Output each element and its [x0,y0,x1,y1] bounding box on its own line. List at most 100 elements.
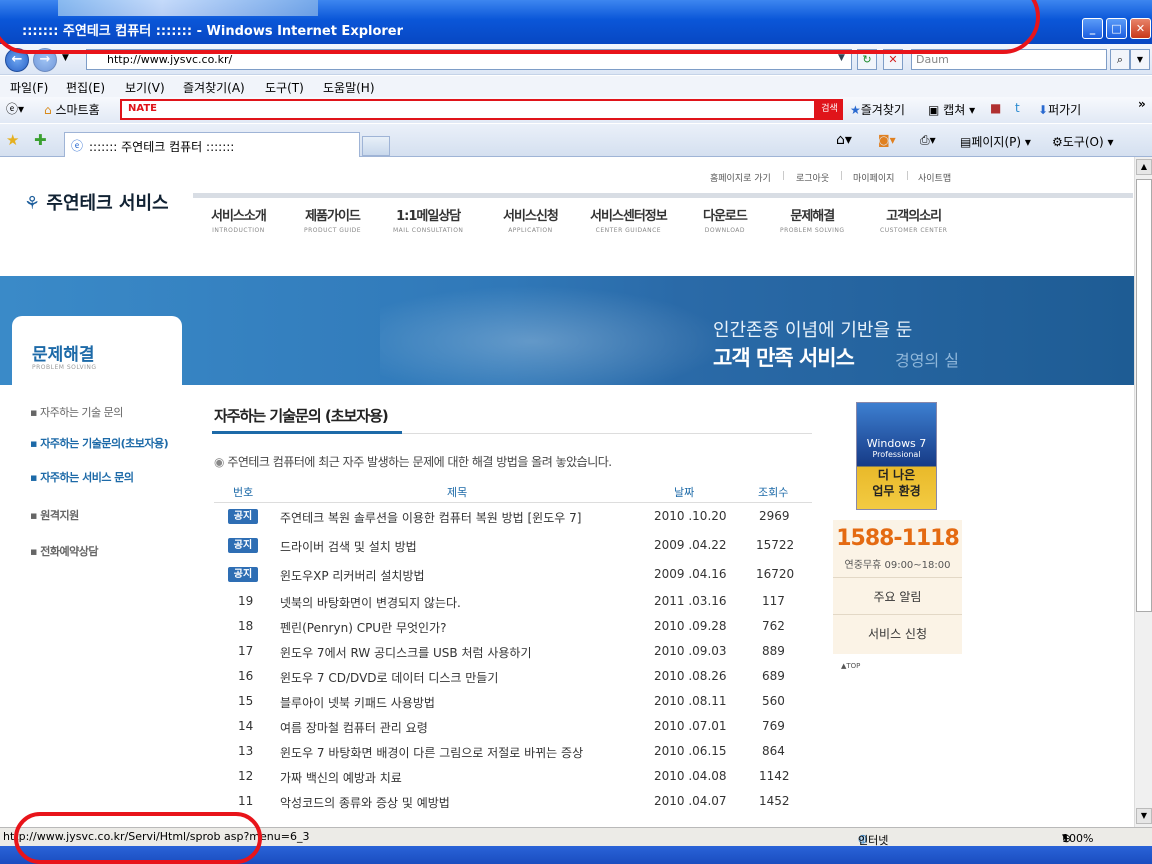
feeds-icon[interactable]: ◙▾ [878,133,896,147]
search-icon[interactable]: ⌕ [1110,49,1130,70]
add-favorites-icon[interactable]: ✚ [34,131,47,149]
table-row[interactable]: 13 윈도우 7 바탕화면 배경이 다른 그림으로 저절로 바뀌는 증상 2010 … [214,744,812,769]
home-icon[interactable]: ⌂▾ [836,132,852,148]
row-title[interactable]: 악성코드의 종류와 증상 및 예방법 [280,794,450,811]
capture-button[interactable]: ▣ 캡쳐 ▾ [928,101,975,118]
windows7-banner[interactable]: Windows 7 Professional 더 나은 업무 환경 [856,402,937,510]
win7-logo-text: Windows 7 [866,437,927,450]
menu-view[interactable]: 보기(V) [125,79,165,96]
table-row[interactable]: 17 윈도우 7에서 RW 공디스크를 USB 처럼 사용하기 2010 .09.0… [214,644,812,669]
table-row[interactable]: 12 가짜 백신의 예방과 치료 2010 .04.08 1142 [214,769,812,794]
gnb-label: 서비스소개 [211,209,267,224]
side-item-remote-support[interactable]: ▪ 원격지원 [30,507,79,523]
gnb-application[interactable]: 서비스신청 APPLICATION [503,205,559,234]
row-date: 2010 .09.03 [654,644,727,658]
util-divider: | [840,171,844,181]
table-row[interactable]: 공지 드라이버 검색 및 설치 방법 2009 .04.22 15722 [214,538,812,563]
vertical-scrollbar[interactable]: ▲ ▼ [1134,157,1152,827]
row-title[interactable]: 넷북의 바탕화면이 변경되지 않는다. [280,594,461,611]
new-tab-button[interactable] [362,136,390,156]
side-item-service-faq[interactable]: ▪ 자주하는 서비스 문의 [30,469,134,485]
blog-icon[interactable]: ■ [990,101,1001,115]
minimize-button[interactable]: _ [1082,18,1103,39]
top-link[interactable]: ▲TOP [841,662,860,670]
side-item-tech-faq[interactable]: ▪ 자주하는 기술 문의 [30,404,123,420]
tab-current[interactable]: ⓔ ::::::: 주연테크 컴퓨터 ::::::: [64,132,360,157]
gnb-mail-consultation[interactable]: 1:1메일상담 MAIL CONSULTATION [393,205,463,234]
row-title[interactable]: 주연테크 복원 솔루션을 이용한 컴퓨터 복원 방법 [윈도우 7] [280,509,581,526]
favorites-center-icon[interactable]: ★ [6,131,19,149]
gnb-label: 제품가이드 [305,209,361,224]
smart-home-button[interactable]: ⌂ 스마트홈 [44,101,100,118]
table-row[interactable]: 15 블루아이 넷북 키패드 사용방법 2010 .08.11 560 [214,694,812,719]
side-item-label: 자주하는 기술문의(초보자용) [40,437,169,450]
row-date: 2009 .04.16 [654,567,727,581]
util-home-link[interactable]: 홈페이지로 가기 [710,171,771,184]
twitter-icon[interactable]: t [1015,101,1020,115]
row-title[interactable]: 윈도우 7 바탕화면 배경이 다른 그림으로 저절로 바뀌는 증상 [280,744,583,761]
util-mypage-link[interactable]: 마이페이지 [853,171,894,184]
zoom-control[interactable]: ⊕ 100% ▾ [1062,830,1093,845]
row-title[interactable]: 여름 장마철 컴퓨터 관리 요령 [280,719,428,736]
share-button[interactable]: ⬇퍼가기 [1038,101,1081,118]
util-sitemap-link[interactable]: 사이트맵 [918,171,951,184]
table-row[interactable]: 16 윈도우 7 CD/DVD로 데이터 디스크 만들기 2010 .08.26 68… [214,669,812,694]
history-dropdown-icon[interactable]: ▼ [62,53,69,63]
star-icon: ★ [850,103,861,117]
site-logo[interactable]: ⚘ 주연테크 서비스 [24,189,169,215]
table-row[interactable]: 14 여름 장마철 컴퓨터 관리 요령 2010 .07.01 769 [214,719,812,744]
table-row[interactable]: 18 펜린(Penryn) CPU란 무엇인가? 2010 .09.28 762 [214,619,812,644]
side-item-tech-faq-beginner[interactable]: ▪ 자주하는 기술문의(초보자용) [30,435,169,451]
menu-help[interactable]: 도움말(H) [323,79,375,96]
table-row[interactable]: 공지 윈도우XP 리커버리 설치방법 2009 .04.16 16720 [214,567,812,592]
row-title[interactable]: 드라이버 검색 및 설치 방법 [280,538,417,555]
row-title[interactable]: 블루아이 넷북 키패드 사용방법 [280,694,435,711]
util-logout-link[interactable]: 로그아웃 [796,171,829,184]
row-title[interactable]: 윈도우 7 CD/DVD로 데이터 디스크 만들기 [280,669,498,686]
tools-menu[interactable]: ⚙도구(O) ▾ [1052,133,1114,150]
gnb-problem-solving[interactable]: 문제해결 PROBLEM SOLVING [780,205,845,234]
menu-file[interactable]: 파일(F) [10,79,48,96]
url-dropdown-icon[interactable]: ▼ [838,53,845,63]
row-number: 12 [238,769,254,783]
gnb-download[interactable]: 다운로드 DOWNLOAD [703,205,748,234]
row-date: 2009 .04.22 [654,538,727,552]
more-icon[interactable]: » [1138,97,1146,111]
row-title[interactable]: 윈도우 7에서 RW 공디스크를 USB 처럼 사용하기 [280,644,532,661]
page-menu-label: 페이지(P) [971,135,1022,149]
gnb-introduction[interactable]: 서비스소개 INTRODUCTION [211,205,267,234]
favorites-label: 즐겨찾기 [860,103,905,117]
row-title[interactable]: 가짜 백신의 예방과 치료 [280,769,402,786]
notice-badge: 공지 [228,509,258,524]
side-item-phone-reservation[interactable]: ▪ 전화예약상담 [30,543,99,559]
ie-icon[interactable]: ⓔ▾ [6,100,24,117]
nate-search-input[interactable]: NATE [120,99,816,120]
table-row[interactable]: 19 넷북의 바탕화면이 변경되지 않는다. 2011 .03.16 117 [214,594,812,619]
print-icon[interactable]: ⎙▾ [920,133,936,148]
favorites-button[interactable]: ★즐겨찾기 [850,101,905,118]
scroll-down-icon[interactable]: ▼ [1136,808,1152,824]
table-row[interactable]: 11 악성코드의 종류와 증상 및 예방법 2010 .04.07 1452 [214,794,812,819]
row-title[interactable]: 펜린(Penryn) CPU란 무엇인가? [280,619,446,636]
gnb-center-guidance[interactable]: 서비스센터정보 CENTER GUIDANCE [590,205,668,234]
page-menu[interactable]: ▤페이지(P) ▾ [960,133,1031,150]
win7-slogan-1: 더 나은 [877,468,916,482]
quick-notice-link[interactable]: 주요 알림 [833,577,962,605]
service-hours: 연중무휴 09:00~18:00 [844,560,951,571]
scroll-thumb[interactable] [1136,179,1152,612]
close-button[interactable]: ✕ [1130,18,1151,39]
gnb-product-guide[interactable]: 제품가이드 PRODUCT GUIDE [304,205,361,234]
search-dropdown-icon[interactable]: ▼ [1130,49,1150,70]
menu-tools[interactable]: 도구(T) [265,79,304,96]
maximize-button[interactable]: □ [1106,18,1127,39]
nate-search-button[interactable]: 검색 [816,99,843,120]
quick-service-link[interactable]: 서비스 신청 [833,614,962,654]
menu-edit[interactable]: 편집(E) [66,79,105,96]
row-title[interactable]: 윈도우XP 리커버리 설치방법 [280,567,425,584]
gnb-customer-center[interactable]: 고객의소리 CUSTOMER CENTER [880,205,947,234]
scroll-up-icon[interactable]: ▲ [1136,159,1152,175]
table-row[interactable]: 공지 주연테크 복원 솔루션을 이용한 컴퓨터 복원 방법 [윈도우 7] 2010… [214,509,812,534]
notice-badge: 공지 [228,567,258,582]
row-number: 13 [238,744,254,758]
menu-favorites[interactable]: 즐겨찾기(A) [183,79,245,96]
